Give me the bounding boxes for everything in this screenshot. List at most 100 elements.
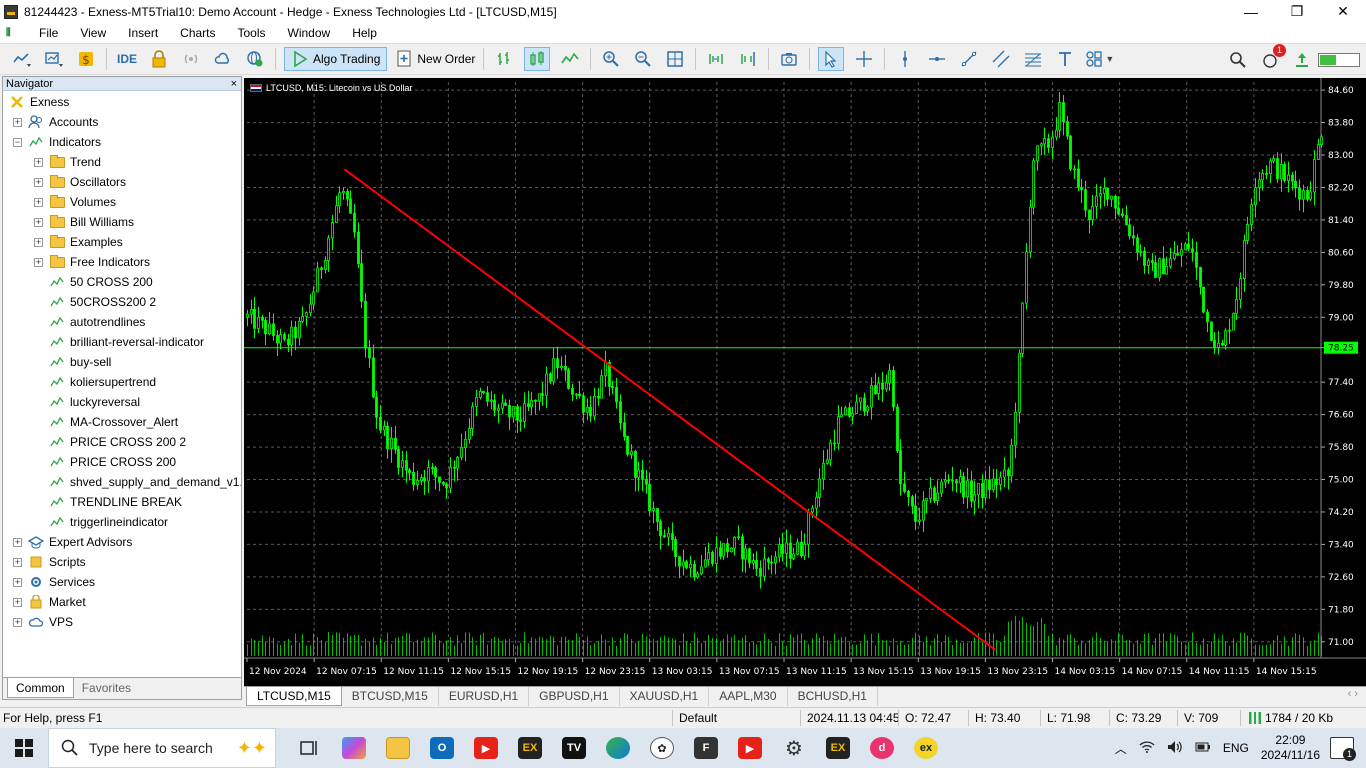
nav-item-indicators[interactable]: − Indicators xyxy=(13,132,101,152)
expander-icon[interactable]: + xyxy=(34,257,43,267)
auto-scroll-icon[interactable] xyxy=(704,47,728,71)
navigator-close-icon[interactable]: × xyxy=(231,77,237,91)
horizontal-line-icon[interactable] xyxy=(925,47,949,71)
chart-shift-icon[interactable] xyxy=(736,47,760,71)
copilot-icon[interactable] xyxy=(334,728,374,768)
new-chart-icon[interactable] xyxy=(10,47,34,71)
price-chart[interactable]: 84.60 83.80 83.00 82.20 81.40 80.60 79.80 79.00… xyxy=(244,78,1366,686)
nav-item-accounts[interactable]: + Accounts xyxy=(13,112,98,132)
chart-tab-ltcusd[interactable]: LTCUSD,M15 xyxy=(246,687,342,706)
shapes-icon[interactable]: ▼ xyxy=(1085,47,1114,71)
chart-tab-scroll-arrows[interactable]: ‹ › xyxy=(1348,688,1358,700)
vps-cloud-icon[interactable] xyxy=(211,47,235,71)
nav-item-autotrendlines[interactable]: autotrendlines xyxy=(34,312,145,332)
task-view-icon[interactable] xyxy=(290,728,330,768)
nav-item-oscillators[interactable]: + Oscillators xyxy=(34,172,126,192)
nav-item-ma-crossover-alert[interactable]: MA-Crossover_Alert xyxy=(34,412,178,432)
nav-item-trendline-break[interactable]: TRENDLINE BREAK xyxy=(34,492,182,512)
nav-item-brilliant-reversal-indicator[interactable]: brilliant-reversal-indicator xyxy=(34,332,204,352)
vertical-line-icon[interactable] xyxy=(893,47,917,71)
nav-item-services[interactable]: + Services xyxy=(13,572,95,592)
nav-item-shved-supply-and-demand-v1[interactable]: shved_supply_and_demand_v1. xyxy=(34,472,241,492)
exness-app-icon[interactable]: EX xyxy=(510,728,550,768)
tray-overflow-icon[interactable]: ︿ xyxy=(1115,740,1127,757)
nav-item-vps[interactable]: + VPS xyxy=(13,612,73,632)
f-app-icon[interactable]: F xyxy=(686,728,726,768)
restore-button[interactable]: ❐ xyxy=(1274,0,1320,23)
bar-chart-icon[interactable] xyxy=(492,47,516,71)
text-tool-icon[interactable] xyxy=(1053,47,1077,71)
nav-item-scripts[interactable]: + Scripts xyxy=(13,552,86,572)
d-app-icon[interactable]: d xyxy=(862,728,902,768)
profiles-icon[interactable] xyxy=(42,47,66,71)
tradingview-icon[interactable]: TV xyxy=(554,728,594,768)
cursor-icon[interactable] xyxy=(818,47,845,71)
tile-windows-icon[interactable] xyxy=(663,47,687,71)
expander-icon[interactable]: + xyxy=(13,117,22,127)
battery-icon[interactable] xyxy=(1195,740,1211,757)
expander-icon[interactable]: + xyxy=(34,217,43,227)
new-order-button[interactable]: New Order xyxy=(395,47,475,71)
nav-item-koliersupertrend[interactable]: koliersupertrend xyxy=(34,372,156,392)
nav-item-50-cross-200[interactable]: 50 CROSS 200 xyxy=(34,272,153,292)
ex-yellow-app-icon[interactable]: ex xyxy=(906,728,946,768)
chart-tab-xauusd[interactable]: XAUUSD,H1 xyxy=(620,687,710,706)
expander-icon[interactable]: − xyxy=(13,137,22,147)
taskbar-clock[interactable]: 22:09 2024/11/16 xyxy=(1261,733,1320,763)
volume-icon[interactable] xyxy=(1167,740,1183,757)
language-indicator[interactable]: ENG xyxy=(1223,741,1249,755)
wifi-icon[interactable] xyxy=(1139,740,1155,757)
search-icon[interactable] xyxy=(1226,48,1250,72)
chart-tab-eurusd[interactable]: EURUSD,H1 xyxy=(439,687,530,706)
tab-favorites[interactable]: Favorites xyxy=(74,678,139,698)
menu-file[interactable]: File xyxy=(28,23,69,43)
screenshot-icon[interactable] xyxy=(777,47,801,71)
chart-tab-gbpusd[interactable]: GBPUSD,H1 xyxy=(529,687,620,706)
nav-item-market[interactable]: + Market xyxy=(13,592,86,612)
edge-browser-icon[interactable] xyxy=(598,728,638,768)
lock-icon[interactable] xyxy=(147,47,171,71)
candlestick-chart-icon[interactable] xyxy=(524,47,551,71)
tab-common[interactable]: Common xyxy=(7,678,74,698)
exness-app-2-icon[interactable]: EX xyxy=(818,728,858,768)
algo-trading-button[interactable]: Algo Trading xyxy=(284,47,388,71)
close-button[interactable]: ✕ xyxy=(1320,0,1366,23)
menu-charts[interactable]: Charts xyxy=(169,23,226,43)
nav-item-price-cross-200-2[interactable]: PRICE CROSS 200 2 xyxy=(34,432,186,452)
file-explorer-icon[interactable] xyxy=(378,728,418,768)
nav-item-luckyreversal[interactable]: luckyreversal xyxy=(34,392,140,412)
minimize-button[interactable]: — xyxy=(1228,0,1274,23)
notifications-icon[interactable]: 1 xyxy=(1258,44,1286,72)
signal-icon[interactable] xyxy=(179,47,203,71)
expander-icon[interactable]: + xyxy=(13,537,22,547)
menu-insert[interactable]: Insert xyxy=(117,23,169,43)
ide-button[interactable]: IDE xyxy=(115,47,139,71)
youtube-2-icon[interactable]: ▶ xyxy=(730,728,770,768)
channel-icon[interactable] xyxy=(989,47,1013,71)
nav-item-examples[interactable]: + Examples xyxy=(34,232,123,252)
taskbar-search-input[interactable]: Type here to search ✦✦ xyxy=(48,728,276,768)
settings-gear-icon[interactable]: ⚙ xyxy=(774,728,814,768)
nav-item-expert-advisors[interactable]: + Expert Advisors xyxy=(13,532,132,552)
menu-window[interactable]: Window xyxy=(277,23,342,43)
nav-item-bill-williams[interactable]: + Bill Williams xyxy=(34,212,134,232)
market-globe-icon[interactable] xyxy=(243,47,267,71)
chatgpt-icon[interactable]: ✿ xyxy=(642,728,682,768)
expander-icon[interactable]: + xyxy=(34,157,43,167)
fibonacci-icon[interactable] xyxy=(1021,47,1045,71)
dollar-icon[interactable]: $ xyxy=(74,47,98,71)
trendline-icon[interactable] xyxy=(957,47,981,71)
expander-icon[interactable]: + xyxy=(34,237,43,247)
expander-icon[interactable]: + xyxy=(34,197,43,207)
expander-icon[interactable]: + xyxy=(34,177,43,187)
menu-view[interactable]: View xyxy=(69,23,117,43)
zoom-out-icon[interactable] xyxy=(631,47,655,71)
nav-item-volumes[interactable]: + Volumes xyxy=(34,192,116,212)
expander-icon[interactable]: + xyxy=(13,617,22,627)
line-chart-icon[interactable] xyxy=(558,47,582,71)
expander-icon[interactable]: + xyxy=(13,597,22,607)
expander-icon[interactable]: + xyxy=(13,577,22,587)
chart-tab-btcusd[interactable]: BTCUSD,M15 xyxy=(342,687,439,706)
nav-item-trend[interactable]: + Trend xyxy=(34,152,101,172)
notification-center-icon[interactable]: 1 xyxy=(1330,737,1356,761)
